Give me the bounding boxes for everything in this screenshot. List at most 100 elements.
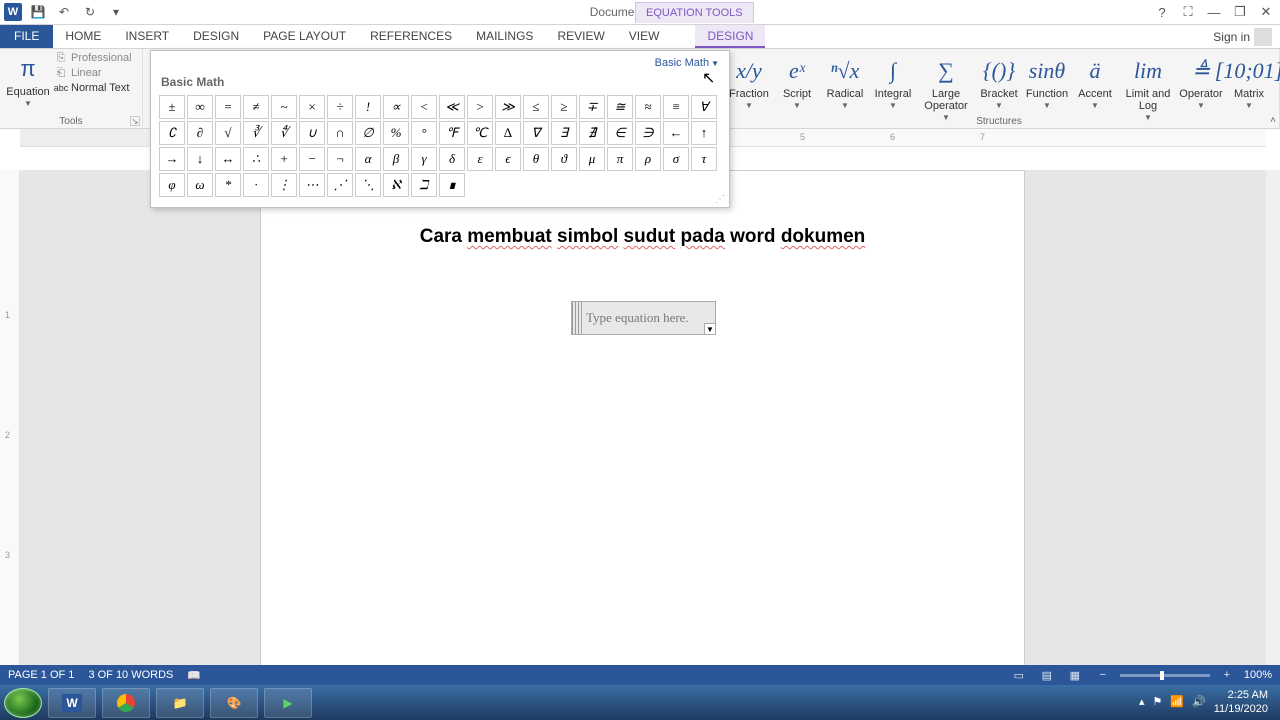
symbol-cell[interactable]: ∆: [495, 121, 521, 145]
structure-script[interactable]: eˣScript▼: [773, 53, 821, 110]
professional-button[interactable]: ⎘ Professional: [54, 51, 132, 65]
clock[interactable]: 2:25 AM 11/19/2020: [1214, 689, 1268, 715]
symbol-cell[interactable]: →: [159, 147, 185, 171]
symbol-cell[interactable]: >: [467, 95, 493, 119]
symbol-cell[interactable]: π: [607, 147, 633, 171]
symbol-cell[interactable]: √: [215, 121, 241, 145]
symbol-category-dropdown[interactable]: Basic Math ▼: [655, 57, 719, 69]
tab-mailings[interactable]: MAILINGS: [464, 25, 545, 48]
symbol-cell[interactable]: α: [355, 147, 381, 171]
symbol-cell[interactable]: ∝: [383, 95, 409, 119]
symbol-cell[interactable]: ↑: [691, 121, 717, 145]
spell-check-icon[interactable]: 📖: [187, 669, 201, 682]
equation-placeholder[interactable]: Type equation here.: [582, 302, 715, 334]
symbol-cell[interactable]: γ: [411, 147, 437, 171]
symbol-cell[interactable]: ε: [467, 147, 493, 171]
symbol-cell[interactable]: ∁: [159, 121, 185, 145]
volume-icon[interactable]: 🔊: [1192, 696, 1206, 709]
symbol-cell[interactable]: ≡: [663, 95, 689, 119]
symbol-cell[interactable]: ∃: [551, 121, 577, 145]
tab-page-layout[interactable]: PAGE LAYOUT: [251, 25, 358, 48]
symbol-cell[interactable]: ℉: [439, 121, 465, 145]
symbol-cell[interactable]: ⋱: [355, 173, 381, 197]
symbol-cell[interactable]: φ: [159, 173, 185, 197]
collapse-ribbon-button[interactable]: ˄: [1270, 115, 1276, 126]
taskbar-word[interactable]: W: [48, 688, 96, 718]
symbol-cell[interactable]: <: [411, 95, 437, 119]
taskbar-paint[interactable]: 🎨: [210, 688, 258, 718]
symbol-cell[interactable]: ∈: [607, 121, 633, 145]
tab-view[interactable]: VIEW: [617, 25, 672, 48]
symbol-cell[interactable]: ϵ: [495, 147, 521, 171]
symbol-cell[interactable]: ∪: [299, 121, 325, 145]
structure-function[interactable]: sinθFunction▼: [1023, 53, 1071, 110]
symbol-cell[interactable]: ×: [299, 95, 325, 119]
restore-button[interactable]: ❐: [1228, 1, 1252, 23]
symbol-cell[interactable]: ←: [663, 121, 689, 145]
tab-equation-design[interactable]: DESIGN: [695, 25, 765, 48]
taskbar-explorer[interactable]: 📁: [156, 688, 204, 718]
symbol-cell[interactable]: ϑ: [551, 147, 577, 171]
structure-integral[interactable]: ∫Integral▼: [869, 53, 917, 110]
symbol-cell[interactable]: ±: [159, 95, 185, 119]
structure-limit-and-log[interactable]: limLimit and Log▼: [1119, 53, 1177, 122]
sign-in-link[interactable]: Sign in: [1205, 25, 1280, 48]
symbol-cell[interactable]: ⋮: [271, 173, 297, 197]
structure-accent[interactable]: äAccent▼: [1071, 53, 1119, 110]
symbol-cell[interactable]: ∩: [327, 121, 353, 145]
symbol-cell[interactable]: ·: [243, 173, 269, 197]
symbol-cell[interactable]: ℃: [467, 121, 493, 145]
symbol-cell[interactable]: ∓: [579, 95, 605, 119]
minimize-button[interactable]: —: [1202, 1, 1226, 23]
symbol-cell[interactable]: ∂: [187, 121, 213, 145]
symbol-cell[interactable]: ∜: [271, 121, 297, 145]
symbol-cell[interactable]: δ: [439, 147, 465, 171]
symbol-cell[interactable]: −: [299, 147, 325, 171]
equation-move-handle[interactable]: [572, 302, 582, 334]
tab-insert[interactable]: INSERT: [113, 25, 181, 48]
structure-radical[interactable]: ⁿ√xRadical▼: [821, 53, 869, 110]
structure-matrix[interactable]: [10;01]Matrix▼: [1225, 53, 1273, 110]
symbol-cell[interactable]: ℶ: [411, 173, 437, 197]
symbol-cell[interactable]: ≈: [635, 95, 661, 119]
web-layout-button[interactable]: ▦: [1064, 667, 1086, 683]
action-center-icon[interactable]: ⚑: [1152, 696, 1162, 709]
structure-large-operator[interactable]: ∑Large Operator▼: [917, 53, 975, 122]
symbol-cell[interactable]: ⋰: [327, 173, 353, 197]
symbol-cell[interactable]: ∅: [355, 121, 381, 145]
zoom-level[interactable]: 100%: [1244, 669, 1272, 681]
symbol-cell[interactable]: ℵ: [383, 173, 409, 197]
symbol-cell[interactable]: ∎: [439, 173, 465, 197]
symbol-cell[interactable]: ÷: [327, 95, 353, 119]
symbol-cell[interactable]: *: [215, 173, 241, 197]
equation-options-dropdown[interactable]: ▼: [704, 323, 716, 335]
symbol-cell[interactable]: τ: [691, 147, 717, 171]
symbol-cell[interactable]: θ: [523, 147, 549, 171]
symbol-cell[interactable]: ∴: [243, 147, 269, 171]
structure-fraction[interactable]: x/yFraction▼: [725, 53, 773, 110]
zoom-out-button[interactable]: −: [1092, 667, 1114, 683]
equation-content-control[interactable]: Type equation here. ▼: [571, 301, 716, 335]
symbol-cell[interactable]: σ: [663, 147, 689, 171]
read-mode-button[interactable]: ▭: [1008, 667, 1030, 683]
symbol-cell[interactable]: ≤: [523, 95, 549, 119]
symbol-cell[interactable]: ρ: [635, 147, 661, 171]
symbol-cell[interactable]: ω: [187, 173, 213, 197]
tab-home[interactable]: HOME: [53, 25, 113, 48]
tray-expand-icon[interactable]: ▴: [1139, 696, 1145, 709]
symbol-cell[interactable]: ∛: [243, 121, 269, 145]
symbol-cell[interactable]: ≅: [607, 95, 633, 119]
symbol-cell[interactable]: ≪: [439, 95, 465, 119]
tab-review[interactable]: REVIEW: [545, 25, 616, 48]
qat-customize-icon[interactable]: ▾: [106, 2, 126, 22]
symbol-cell[interactable]: %: [383, 121, 409, 145]
resize-grip-icon[interactable]: ⋰: [715, 194, 725, 205]
equation-button[interactable]: π Equation ▼: [6, 51, 50, 108]
symbol-cell[interactable]: =: [215, 95, 241, 119]
print-layout-button[interactable]: ▤: [1036, 667, 1058, 683]
ribbon-display-button[interactable]: ⛶: [1176, 1, 1200, 23]
symbol-cell[interactable]: μ: [579, 147, 605, 171]
vertical-scrollbar[interactable]: [1266, 170, 1280, 665]
undo-button[interactable]: ↶: [54, 2, 74, 22]
system-tray[interactable]: ▴ ⚑ 📶 🔊 2:25 AM 11/19/2020: [1139, 689, 1276, 715]
